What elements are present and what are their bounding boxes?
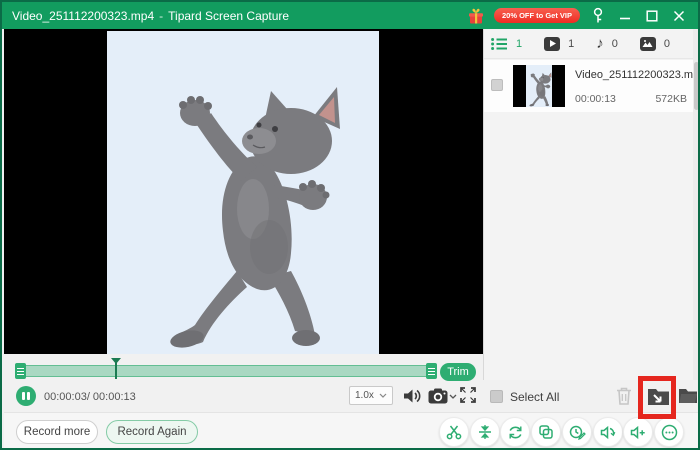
speed-value: 1.0x — [355, 390, 374, 401]
minimize-icon[interactable] — [616, 7, 634, 25]
maximize-icon[interactable] — [643, 7, 661, 25]
merge-button[interactable] — [531, 417, 561, 447]
time-display: 00:00:03/ 00:00:13 — [44, 391, 136, 403]
tab-count: 1 — [568, 38, 574, 50]
speaker-rotate-icon — [600, 424, 617, 441]
window-title-app: Tipard Screen Capture — [168, 9, 289, 23]
audio-sync-button[interactable] — [593, 417, 623, 447]
trim-button[interactable]: Trim — [440, 363, 476, 381]
record-more-button[interactable]: Record more — [16, 420, 98, 444]
pause-button[interactable] — [16, 386, 36, 406]
select-all-label: Select All — [510, 390, 559, 404]
trim-handle-left[interactable] — [15, 363, 26, 379]
tab-count: 0 — [664, 38, 670, 50]
tab-count: 0 — [612, 38, 618, 50]
item-filesize: 572KB — [575, 93, 687, 105]
fullscreen-icon[interactable] — [460, 387, 476, 403]
pause-icon — [22, 392, 25, 400]
close-icon[interactable] — [670, 7, 688, 25]
speaker-icon[interactable] — [403, 387, 422, 405]
trash-icon[interactable] — [615, 386, 633, 406]
video-preview[interactable] — [107, 31, 379, 354]
speed-select[interactable]: 1.0x — [349, 386, 393, 405]
promo-badge[interactable]: 20% OFF to Get VIP — [494, 8, 580, 23]
select-all-checkbox[interactable] — [490, 390, 503, 403]
chevron-down-icon — [379, 393, 387, 398]
image-icon — [640, 37, 656, 51]
volume-booster-button[interactable] — [623, 417, 653, 447]
open-folder-icon[interactable] — [678, 387, 698, 404]
more-button[interactable] — [654, 417, 684, 447]
edit-button[interactable] — [562, 417, 592, 447]
app-window: Video_251112200323.mp4 - Tipard Screen C… — [0, 0, 700, 450]
tab-videos[interactable]: 1 — [544, 37, 574, 51]
media-list-item[interactable]: Video_251112200323.mp4 00:00:13 572KB — [484, 60, 694, 112]
item-checkbox[interactable] — [491, 79, 503, 91]
scissors-icon — [446, 424, 462, 440]
media-sidebar: 1 1 ♪ 0 0 — [483, 29, 700, 380]
list-icon — [491, 37, 508, 51]
window-title-separator: - — [159, 9, 163, 23]
split-button[interactable] — [470, 417, 500, 447]
split-icon — [477, 424, 493, 440]
tab-all-list[interactable]: 1 — [491, 37, 522, 51]
window-title-file: Video_251112200323.mp4 — [12, 9, 154, 23]
item-filename: Video_251112200323.mp4 — [575, 69, 700, 81]
convert-button[interactable] — [500, 417, 530, 447]
dancing-cat-image — [107, 31, 379, 353]
scrollbar-thumb[interactable] — [694, 62, 699, 110]
export-folder-icon[interactable] — [647, 386, 670, 407]
record-again-button[interactable]: Record Again — [106, 420, 198, 444]
rotate-icon — [507, 424, 524, 441]
clock-edit-icon — [569, 424, 586, 441]
key-icon[interactable] — [589, 7, 607, 25]
trim-handle-right[interactable] — [426, 363, 437, 379]
merge-icon — [538, 424, 554, 440]
video-icon — [544, 37, 560, 51]
video-stage — [4, 29, 483, 354]
camera-icon[interactable] — [428, 388, 448, 404]
item-thumbnail — [513, 65, 565, 107]
gift-icon[interactable] — [467, 7, 485, 25]
trim-slider-track[interactable] — [16, 365, 434, 377]
tab-audio[interactable]: ♪ 0 — [596, 36, 618, 51]
tab-count: 1 — [516, 38, 522, 50]
thumbnail-cat-image — [526, 65, 552, 107]
music-note-icon: ♪ — [596, 36, 604, 51]
camera-chevron-down-icon[interactable] — [449, 394, 457, 399]
media-tabs: 1 1 ♪ 0 0 — [484, 29, 700, 59]
playhead-line[interactable] — [115, 360, 117, 379]
tab-images[interactable]: 0 — [640, 37, 670, 51]
cut-button[interactable] — [439, 417, 469, 447]
more-icon — [661, 424, 678, 441]
title-bar: Video_251112200323.mp4 - Tipard Screen C… — [2, 2, 698, 29]
sidebar-scrollbar[interactable] — [693, 29, 700, 380]
volume-plus-icon — [630, 424, 647, 441]
